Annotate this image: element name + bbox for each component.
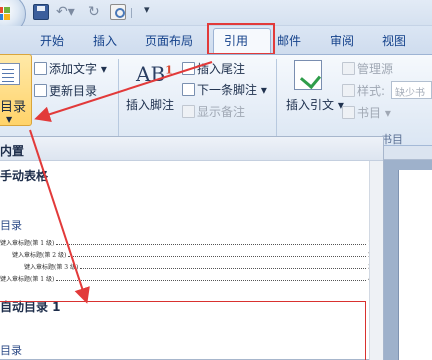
gallery-section-header: 内置 — [0, 137, 383, 161]
update-toc-button[interactable]: 更新目录 — [34, 82, 97, 99]
add-text-button[interactable]: 添加文字 ▾ — [34, 60, 107, 77]
manage-sources-label: 管理源 — [357, 62, 394, 76]
section-title: 内置 — [0, 144, 25, 158]
redo-icon[interactable]: ↻ — [88, 4, 104, 20]
manage-sources-icon — [342, 62, 355, 75]
add-text-label: 添加文字 — [49, 62, 98, 76]
office-logo-icon — [0, 7, 11, 21]
update-toc-label: 更新目录 — [49, 84, 98, 98]
citation-group-caption: 书目 — [381, 133, 403, 146]
tab-mailings[interactable]: 邮件 — [277, 32, 301, 49]
manual-table-option[interactable]: 手动表格 — [0, 167, 48, 184]
save-icon[interactable] — [33, 4, 49, 20]
undo-icon[interactable]: ↶▾ — [56, 4, 75, 20]
tab-view[interactable]: 视图 — [382, 32, 406, 49]
references-tab-highlight — [207, 23, 275, 55]
toc-button[interactable]: 目录 ▼ — [0, 54, 32, 126]
next-footnote-icon — [182, 83, 195, 96]
group-separator — [276, 59, 277, 137]
insert-endnote-label: 插入尾注 — [197, 62, 246, 76]
style-label-text: 样式: — [357, 84, 386, 98]
toc-dropdown-gallery: 内置 手动表格 目录 键入章标题(第 1 级)1 键入章标题(第 2 级)2 键… — [0, 136, 384, 360]
insert-endnote-icon — [182, 62, 195, 75]
toc-preview-line: 键入章标题(第 3 级)3 — [24, 261, 372, 271]
next-footnote-button[interactable]: 下一条脚注 ▾ — [182, 81, 267, 98]
toc-line-text: 键入章标题(第 2 级) — [12, 252, 67, 259]
bibliography-icon — [342, 106, 355, 119]
tab-review[interactable]: 审阅 — [330, 32, 354, 49]
show-notes-icon — [182, 105, 195, 118]
update-toc-icon — [34, 84, 47, 97]
table-of-contents-icon — [0, 63, 20, 85]
tab-home[interactable]: 开始 — [40, 32, 64, 49]
insert-footnote-label: 插入脚注 — [126, 98, 175, 112]
qat-separator — [131, 8, 132, 18]
manual-table-preview[interactable]: 目录 键入章标题(第 1 级)1 键入章标题(第 2 级)2 键入章标题(第 3… — [0, 211, 372, 291]
chevron-down-icon: ▼ — [6, 115, 13, 124]
toc-preview-line: 键入章标题(第 1 级)4 — [0, 273, 372, 283]
toc-preview-line: 键入章标题(第 2 级)2 — [12, 249, 372, 259]
toc-line-text: 键入章标题(第 3 级) — [24, 264, 79, 271]
manage-sources-button[interactable]: 管理源 — [342, 60, 393, 77]
insert-footnote-button[interactable]: 插入脚注 — [126, 96, 174, 113]
print-preview-icon[interactable] — [110, 4, 126, 20]
bibliography-label: 书目 — [357, 106, 382, 120]
preview2-heading: 目录 — [0, 344, 22, 357]
toc-preview-line: 键入章标题(第 1 级)1 — [0, 237, 372, 247]
auto-toc-highlight — [0, 301, 366, 360]
next-footnote-label: 下一条脚注 — [197, 83, 258, 97]
tab-insert[interactable]: 插入 — [93, 32, 117, 49]
toc-line-text: 键入章标题(第 1 级) — [0, 240, 55, 247]
show-notes-label: 显示备注 — [197, 105, 246, 119]
toc-button-label: 目录 — [0, 100, 27, 115]
insert-endnote-button[interactable]: 插入尾注 — [182, 60, 245, 77]
tab-page-layout[interactable]: 页面布局 — [145, 32, 193, 49]
insert-footnote-icon: AB1 — [136, 62, 173, 86]
gallery-scrollbar[interactable] — [369, 161, 383, 360]
toc-line-text: 键入章标题(第 1 级) — [0, 276, 55, 283]
preview-heading: 目录 — [0, 219, 22, 232]
citation-style-select[interactable]: 缺少书 — [391, 81, 432, 99]
group-separator — [118, 59, 119, 137]
bibliography-button[interactable]: 书目 ▾ — [342, 104, 391, 121]
insert-citation-icon — [294, 60, 322, 90]
insert-citation-label: 插入引文 — [286, 98, 335, 112]
add-text-icon — [34, 62, 47, 75]
style-label: 样式: — [342, 82, 385, 99]
style-icon — [342, 84, 355, 97]
ruler — [384, 146, 432, 160]
document-page[interactable] — [398, 170, 432, 360]
insert-citation-button[interactable]: 插入引文 ▾ — [286, 96, 344, 113]
show-notes-button[interactable]: 显示备注 — [182, 103, 245, 120]
customize-qat-icon[interactable]: ▾ — [144, 3, 150, 16]
